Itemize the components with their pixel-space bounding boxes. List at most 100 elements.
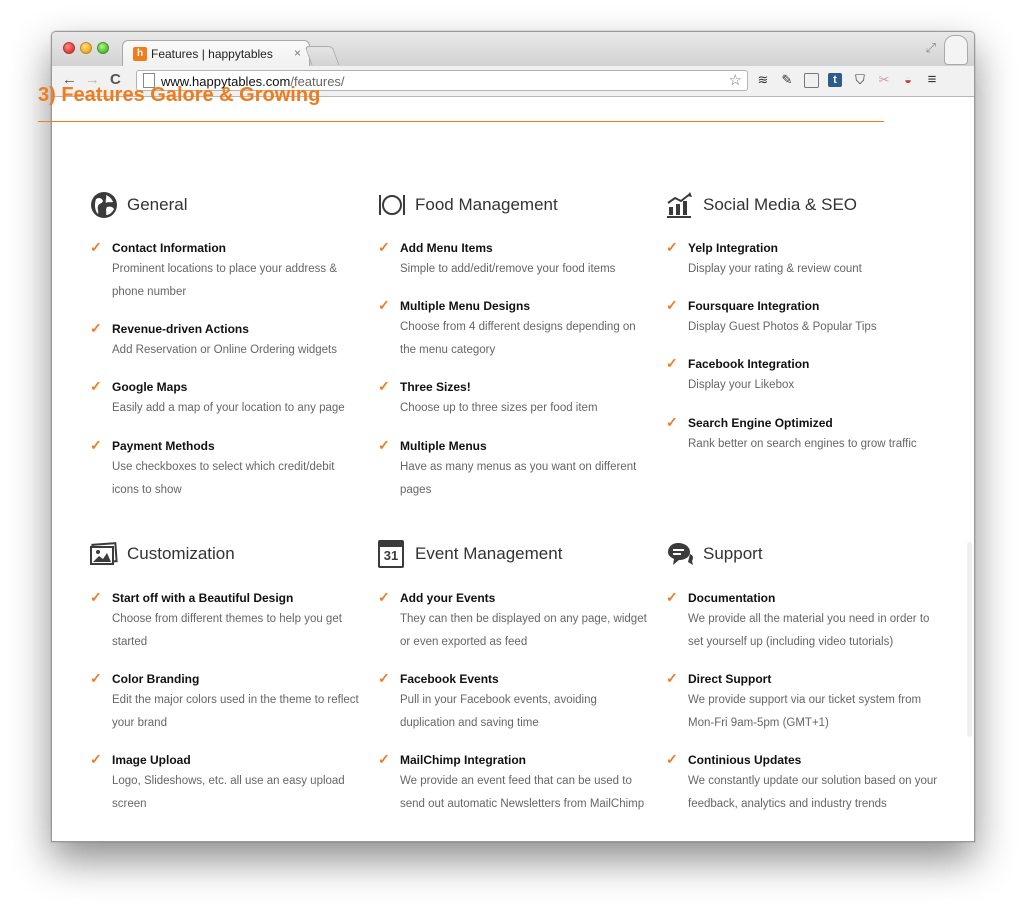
category-title: Social Media & SEO bbox=[703, 195, 858, 214]
section-divider bbox=[38, 121, 884, 122]
tab-features[interactable]: h Features | happytables × bbox=[122, 40, 310, 66]
menu-icon[interactable]: ≡ bbox=[924, 72, 940, 88]
check-icon: ✓ bbox=[666, 414, 678, 430]
feature-title: Color Branding bbox=[112, 672, 200, 686]
tab-bar: h Features | happytables × ⤢ bbox=[52, 32, 974, 66]
check-icon: ✓ bbox=[90, 239, 102, 255]
section-title: 3) Features Galore & Growing bbox=[38, 84, 321, 106]
feature-title: Direct Support bbox=[688, 672, 772, 686]
feature-title: Payment Methods bbox=[112, 439, 215, 453]
feature-title: Multiple Menus bbox=[400, 439, 487, 453]
feature-title: Yelp Integration bbox=[688, 241, 779, 255]
calendar-header-bar bbox=[380, 542, 402, 547]
profile-avatar-icon[interactable] bbox=[944, 35, 968, 65]
check-icon: ✓ bbox=[378, 589, 390, 605]
feature-description: We provide an event feed that can be use… bbox=[400, 775, 645, 810]
feature-title: Image Upload bbox=[112, 753, 191, 767]
calendar-icon: 31 bbox=[378, 540, 404, 568]
feature-description: Rank better on search engines to grow tr… bbox=[688, 438, 917, 450]
close-window-button[interactable] bbox=[63, 42, 75, 54]
check-icon: ✓ bbox=[90, 437, 102, 453]
happytables-favicon-icon: h bbox=[133, 47, 147, 61]
evernote-extension-icon[interactable] bbox=[804, 73, 819, 88]
check-icon: ✓ bbox=[666, 670, 678, 686]
feature-title: Facebook Integration bbox=[688, 357, 810, 371]
category-title: General bbox=[127, 195, 188, 214]
feature-description: We constantly update our solution based … bbox=[688, 775, 938, 810]
new-tab-button[interactable] bbox=[304, 46, 340, 65]
feature-description: Easily add a map of your location to any… bbox=[112, 402, 345, 414]
feature-description: Pull in your Facebook events, avoiding d… bbox=[400, 694, 597, 729]
feature-title: Google Maps bbox=[112, 380, 188, 394]
check-icon: ✓ bbox=[90, 378, 102, 394]
feature-title: Multiple Menu Designs bbox=[400, 299, 531, 313]
category-header: 31 Event Management bbox=[378, 540, 653, 570]
bookmark-star-icon[interactable]: ☆ bbox=[729, 71, 742, 89]
check-icon: ✓ bbox=[90, 320, 102, 336]
feature-description: Add Reservation or Online Ordering widge… bbox=[112, 344, 338, 356]
category-header: Food Management bbox=[378, 191, 653, 221]
feature-description: Choose from different themes to help you… bbox=[112, 613, 342, 648]
minimize-window-button[interactable] bbox=[80, 42, 92, 54]
buffer-extension-icon[interactable]: ≋ bbox=[755, 72, 771, 88]
check-icon: ✓ bbox=[666, 355, 678, 371]
feature-description: Choose up to three sizes per food item bbox=[400, 402, 598, 414]
category-header: Social Media & SEO bbox=[666, 191, 941, 221]
globe-icon bbox=[91, 192, 117, 218]
feature-description: Simple to add/edit/remove your food item… bbox=[400, 263, 616, 275]
category-title: Event Management bbox=[415, 544, 563, 563]
check-icon: ✓ bbox=[666, 297, 678, 313]
page-scrollbar[interactable] bbox=[967, 542, 972, 737]
feature-description: Have as many menus as you want on differ… bbox=[400, 461, 637, 496]
feature-description: We provide all the material you need in … bbox=[688, 613, 930, 648]
category-title: Food Management bbox=[415, 195, 558, 214]
pocket-extension-icon[interactable]: ⛉ bbox=[852, 72, 868, 88]
feature-description: Display Guest Photos & Popular Tips bbox=[688, 321, 877, 333]
feature-title: Three Sizes! bbox=[400, 380, 471, 394]
tab-close-icon[interactable]: × bbox=[294, 46, 301, 60]
category-header: General bbox=[90, 191, 365, 221]
feature-title: Facebook Events bbox=[400, 672, 499, 686]
feature-description: Logo, Slideshows, etc. all use an easy u… bbox=[112, 775, 345, 810]
tab-title: Features | happytables bbox=[151, 47, 273, 61]
feature-title: Contact Information bbox=[112, 241, 226, 255]
fullscreen-icon[interactable]: ⤢ bbox=[926, 40, 936, 56]
feature-description: Edit the major colors used in the theme … bbox=[112, 694, 359, 729]
check-icon: ✓ bbox=[666, 751, 678, 767]
feature-description: They can then be displayed on any page, … bbox=[400, 613, 647, 648]
feature-title: Start off with a Beautiful Design bbox=[112, 591, 294, 605]
check-icon: ✓ bbox=[378, 670, 390, 686]
category-title: Support bbox=[703, 544, 763, 563]
check-icon: ✓ bbox=[378, 239, 390, 255]
check-icon: ✓ bbox=[378, 751, 390, 767]
category-header: Support bbox=[666, 540, 941, 570]
check-icon: ✓ bbox=[378, 297, 390, 313]
feature-title: Search Engine Optimized bbox=[688, 416, 833, 430]
wrench-icon[interactable]: ✎ bbox=[779, 72, 795, 88]
category-header: Customization bbox=[90, 540, 365, 570]
feature-title: Documentation bbox=[688, 591, 776, 605]
mask-extension-icon[interactable]: ◒ bbox=[900, 72, 916, 88]
category-title: Customization bbox=[127, 544, 235, 563]
feature-title: Add your Events bbox=[400, 591, 496, 605]
tumblr-extension-icon[interactable]: t bbox=[828, 73, 842, 87]
feature-title: MailChimp Integration bbox=[400, 753, 526, 767]
speech-bubble-icon bbox=[668, 543, 694, 565]
feature-description: Display your Likebox bbox=[688, 379, 795, 391]
zoom-window-button[interactable] bbox=[97, 42, 109, 54]
check-icon: ✓ bbox=[378, 378, 390, 394]
feature-description: Prominent locations to place your addres… bbox=[112, 263, 338, 298]
check-icon: ✓ bbox=[378, 437, 390, 453]
check-icon: ✓ bbox=[666, 239, 678, 255]
feature-title: Continious Updates bbox=[688, 753, 802, 767]
check-icon: ✓ bbox=[90, 670, 102, 686]
feature-description: Display your rating & review count bbox=[688, 263, 862, 275]
feature-title: Foursquare Integration bbox=[688, 299, 820, 313]
check-icon: ✓ bbox=[666, 589, 678, 605]
feature-title: Add Menu Items bbox=[400, 241, 493, 255]
chart-icon bbox=[667, 192, 692, 218]
plate-icon bbox=[379, 195, 405, 215]
check-icon: ✓ bbox=[90, 589, 102, 605]
clipper-extension-icon[interactable]: ✂ bbox=[876, 72, 892, 88]
feature-description: We provide support via our ticket system… bbox=[688, 694, 922, 729]
